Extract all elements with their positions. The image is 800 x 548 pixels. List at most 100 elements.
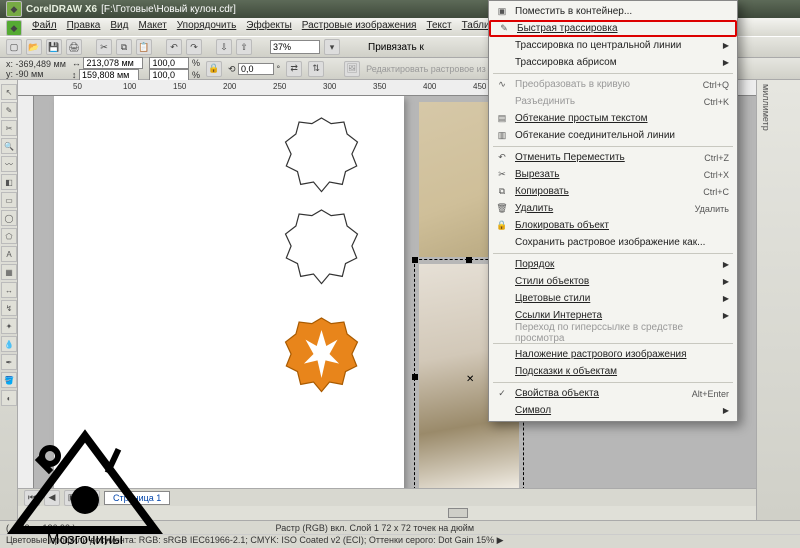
ctx-quick-trace[interactable]: ✎Быстрая трассировка bbox=[489, 20, 737, 37]
edit-bitmap-icon[interactable]: 🖼 bbox=[344, 61, 360, 77]
effects-tool-icon[interactable]: ✦ bbox=[1, 318, 17, 334]
fill-tool-icon[interactable]: 🪣 bbox=[1, 372, 17, 388]
text-tool-icon[interactable]: A bbox=[1, 246, 17, 262]
prop-width[interactable] bbox=[83, 57, 143, 69]
selection-handle[interactable] bbox=[412, 374, 418, 380]
eyedropper-tool-icon[interactable]: 💧 bbox=[1, 336, 17, 352]
menu-edit[interactable]: Правка bbox=[67, 20, 101, 34]
connector-tool-icon[interactable]: ↯ bbox=[1, 300, 17, 316]
millimeters-label: миллиметр bbox=[757, 80, 775, 135]
prop-scale-y[interactable] bbox=[149, 69, 189, 81]
ctx-color-styles[interactable]: Цветовые стили▶ bbox=[489, 290, 737, 307]
open-icon[interactable]: 📂 bbox=[26, 39, 42, 55]
ctx-break: РазъединитьCtrl+K bbox=[489, 93, 737, 110]
ctx-copy[interactable]: ⧉КопироватьCtrl+C bbox=[489, 183, 737, 200]
table-tool-icon[interactable]: ▦ bbox=[1, 264, 17, 280]
status-coords: ( -372, , -136,93 ) bbox=[6, 523, 76, 533]
freehand-tool-icon[interactable]: 〰 bbox=[1, 156, 17, 172]
snap-label[interactable]: Привязать к bbox=[368, 42, 424, 53]
menu-layout[interactable]: Макет bbox=[138, 20, 166, 34]
ctx-overlay[interactable]: Наложение растрового изображения bbox=[489, 346, 737, 363]
page-first-icon[interactable]: ⏮ bbox=[24, 490, 40, 506]
prop-scale-x[interactable] bbox=[149, 57, 189, 69]
ctx-hints[interactable]: Подсказки к объектам bbox=[489, 363, 737, 380]
interactive-fill-icon[interactable]: ◐ bbox=[1, 390, 17, 406]
ctx-trace-centerline[interactable]: Трассировка по центральной линии▶ bbox=[489, 37, 737, 54]
ctx-place-container[interactable]: ▣Поместить в контейнер... bbox=[489, 3, 737, 20]
selection-handle[interactable] bbox=[466, 257, 472, 263]
redo-icon[interactable]: ↷ bbox=[186, 39, 202, 55]
ctx-undo[interactable]: ↶Отменить ПереместитьCtrl+Z bbox=[489, 149, 737, 166]
undo-icon: ↶ bbox=[495, 151, 509, 165]
ctx-delete[interactable]: 🗑УдалитьУдалить bbox=[489, 200, 737, 217]
mirror-h-icon[interactable]: ⇄ bbox=[286, 61, 302, 77]
prop-height[interactable] bbox=[79, 69, 139, 81]
undo-icon[interactable]: ↶ bbox=[166, 39, 182, 55]
zoom-input[interactable] bbox=[270, 40, 320, 54]
submenu-arrow-icon: ▶ bbox=[723, 277, 729, 286]
export-icon[interactable]: ⇧ bbox=[236, 39, 252, 55]
status-profiles: Цветовые профили документа: RGB: sRGB IE… bbox=[6, 535, 504, 545]
menu-view[interactable]: Вид bbox=[110, 20, 128, 34]
page-prev-icon[interactable]: ◀ bbox=[44, 490, 60, 506]
page-add-icon[interactable]: ▣ bbox=[64, 490, 80, 506]
menu-file[interactable]: Файл bbox=[32, 20, 57, 34]
wrap-icon: ▤ bbox=[495, 112, 509, 126]
page-next-icon[interactable]: ▶ bbox=[84, 490, 100, 506]
ctx-wrap-connect[interactable]: ▥Обтекание соединительной линии bbox=[489, 127, 737, 144]
ctx-wrap-simple[interactable]: ▤Обтекание простым текстом bbox=[489, 110, 737, 127]
prop-x: -369,489 мм bbox=[16, 59, 66, 69]
shape-outline-2[interactable] bbox=[279, 206, 364, 286]
ctx-order[interactable]: Порядок▶ bbox=[489, 256, 737, 273]
shape-horde-logo[interactable] bbox=[279, 314, 364, 394]
ctx-symbol[interactable]: Символ▶ bbox=[489, 402, 737, 419]
container-icon: ▣ bbox=[495, 5, 509, 19]
pick-tool-icon[interactable]: ↖ bbox=[1, 84, 17, 100]
ellipse-tool-icon[interactable]: ◯ bbox=[1, 210, 17, 226]
crop-tool-icon[interactable]: ✂ bbox=[1, 120, 17, 136]
smart-fill-icon[interactable]: ◧ bbox=[1, 174, 17, 190]
ctx-save-bitmap[interactable]: Сохранить растровое изображение как... bbox=[489, 234, 737, 251]
app-icon: ◆ bbox=[6, 1, 22, 17]
mirror-v-icon[interactable]: ⇅ bbox=[308, 61, 324, 77]
context-menu: ▣Поместить в контейнер... ✎Быстрая трасс… bbox=[488, 0, 738, 422]
submenu-arrow-icon: ▶ bbox=[723, 294, 729, 303]
app-menu-icon[interactable]: ◆ bbox=[6, 20, 22, 36]
ctx-properties[interactable]: ✓Свойства объектаAlt+Enter bbox=[489, 385, 737, 402]
delete-icon: 🗑 bbox=[495, 202, 509, 216]
import-icon[interactable]: ⇩ bbox=[216, 39, 232, 55]
shape-tool-icon[interactable]: ✎ bbox=[1, 102, 17, 118]
right-docker[interactable]: миллиметр bbox=[756, 80, 800, 520]
selection-center-icon: ✕ bbox=[466, 374, 474, 385]
print-icon[interactable]: 🖨 bbox=[66, 39, 82, 55]
shape-outline-1[interactable] bbox=[279, 114, 364, 194]
new-icon[interactable]: ▢ bbox=[6, 39, 22, 55]
page-tab-1[interactable]: Страница 1 bbox=[104, 491, 170, 505]
save-icon[interactable]: 💾 bbox=[46, 39, 62, 55]
menu-effects[interactable]: Эффекты bbox=[246, 20, 291, 34]
rectangle-tool-icon[interactable]: ▭ bbox=[1, 192, 17, 208]
zoom-dropdown-icon[interactable]: ▾ bbox=[324, 39, 340, 55]
menu-text[interactable]: Текст bbox=[426, 20, 451, 34]
ctx-cut[interactable]: ✂ВырезатьCtrl+X bbox=[489, 166, 737, 183]
polygon-tool-icon[interactable]: ⬠ bbox=[1, 228, 17, 244]
dimension-tool-icon[interactable]: ↔ bbox=[1, 282, 17, 298]
cut-icon[interactable]: ✂ bbox=[96, 39, 112, 55]
menu-arrange[interactable]: Упорядочить bbox=[177, 20, 237, 34]
menu-bitmaps[interactable]: Растровые изображения bbox=[302, 20, 417, 34]
ctx-obj-styles[interactable]: Стили объектов▶ bbox=[489, 273, 737, 290]
copy-icon[interactable]: ⧉ bbox=[116, 39, 132, 55]
selection-handle[interactable] bbox=[412, 257, 418, 263]
submenu-arrow-icon: ▶ bbox=[723, 406, 729, 415]
ruler-vertical[interactable] bbox=[18, 96, 34, 488]
scroll-thumb[interactable] bbox=[448, 508, 468, 518]
horizontal-scrollbar[interactable] bbox=[18, 506, 800, 520]
prop-rotation[interactable] bbox=[238, 63, 274, 75]
outline-tool-icon[interactable]: ✒ bbox=[1, 354, 17, 370]
ctx-lock[interactable]: 🔒Блокировать объект bbox=[489, 217, 737, 234]
lock-ratio-icon[interactable]: 🔒 bbox=[206, 61, 222, 77]
ctx-trace-outline[interactable]: Трассировка абрисом▶ bbox=[489, 54, 737, 71]
trace-icon: ✎ bbox=[497, 22, 511, 36]
paste-icon[interactable]: 📋 bbox=[136, 39, 152, 55]
zoom-tool-icon[interactable]: 🔍 bbox=[1, 138, 17, 154]
